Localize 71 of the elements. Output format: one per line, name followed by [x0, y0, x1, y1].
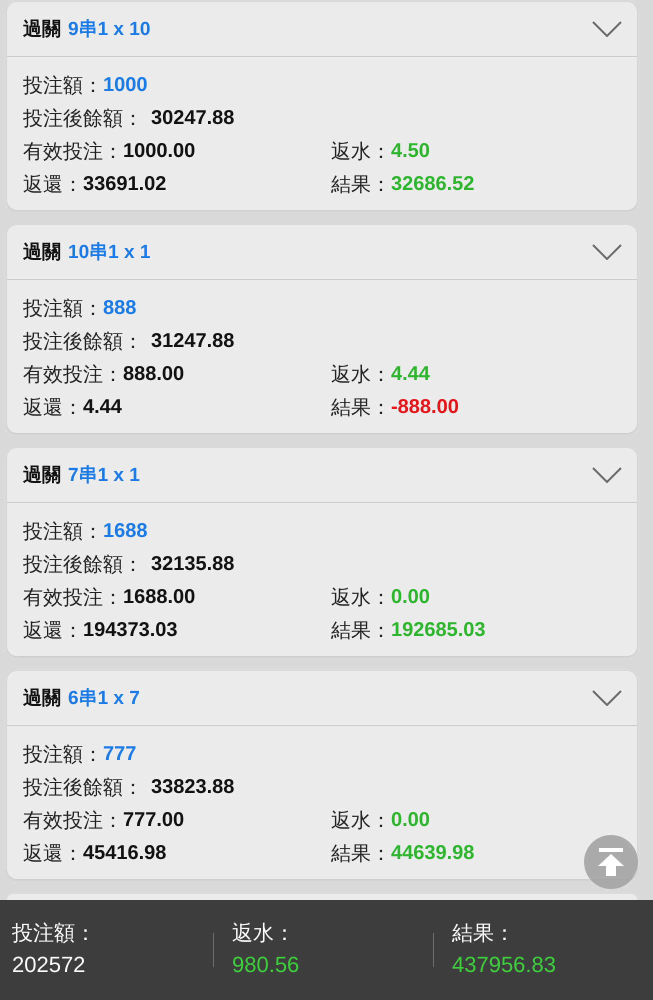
field-value: 45416.98: [83, 842, 166, 865]
total-value: 437956.83: [452, 952, 557, 978]
total-label: 投注額：: [12, 922, 97, 946]
card-header[interactable]: 過關 6串1 x 7: [7, 671, 637, 726]
total-label: 結果：: [452, 922, 516, 946]
field-value: 777: [103, 743, 136, 766]
field-value: 30247.88: [151, 107, 234, 130]
bet-type: 10串1 x 1: [68, 241, 150, 265]
field-label: 投注額：: [23, 297, 103, 322]
field-label: 投注後餘額：: [23, 330, 143, 355]
bet-category: 過關: [23, 18, 61, 42]
field-value: 888: [103, 297, 136, 320]
field-label: 返水：: [331, 586, 391, 611]
field-value: 31247.88: [151, 330, 234, 353]
field-label: 有效投注：: [23, 363, 123, 388]
field-label: 投注額：: [23, 743, 103, 768]
field-label: 返還：: [23, 619, 83, 644]
field-value: 0.00: [391, 586, 430, 609]
chevron-down-icon[interactable]: [592, 21, 622, 37]
field-value: 0.00: [391, 809, 430, 832]
field-label: 投注額：: [23, 520, 103, 545]
field-label: 有效投注：: [23, 809, 123, 834]
bet-category: 過關: [23, 687, 61, 711]
total-value: 980.56: [232, 952, 300, 978]
field-label: 返還：: [23, 173, 83, 198]
total-label: 返水：: [232, 922, 296, 946]
field-value: 33823.88: [151, 776, 234, 799]
field-value: 1000.00: [123, 140, 196, 163]
bet-category: 過關: [23, 464, 61, 488]
field-label: 結果：: [331, 619, 391, 644]
field-value: 4.44: [391, 363, 430, 386]
field-value: 32686.52: [391, 173, 474, 196]
chevron-down-icon[interactable]: [592, 244, 622, 260]
bet-category: 過關: [23, 241, 61, 265]
arrow-to-top-icon: [596, 847, 626, 877]
bet-type: 6串1 x 7: [68, 687, 140, 711]
field-label: 結果：: [331, 396, 391, 421]
field-value: 192685.03: [391, 619, 486, 642]
field-label: 返水：: [331, 363, 391, 388]
field-label: 投注額：: [23, 74, 103, 99]
field-value: 44639.98: [391, 842, 474, 865]
field-label: 結果：: [331, 173, 391, 198]
field-label: 返還：: [23, 396, 83, 421]
field-value: 777.00: [123, 809, 184, 832]
field-value: 888.00: [123, 363, 184, 386]
card-header[interactable]: 過關 9串1 x 10: [7, 2, 637, 57]
field-value: 32135.88: [151, 553, 234, 576]
field-value: 1688.00: [123, 586, 196, 609]
bet-type: 9串1 x 10: [68, 18, 150, 42]
total-value: 202572: [12, 952, 86, 978]
field-label: 投注後餘額：: [23, 553, 143, 578]
field-value: -888.00: [391, 396, 459, 419]
field-label: 投注後餘額：: [23, 776, 143, 801]
field-label: 返水：: [331, 140, 391, 165]
field-label: 返水：: [331, 809, 391, 834]
card-header[interactable]: 過關 7串1 x 1: [7, 448, 637, 503]
field-value: 4.50: [391, 140, 430, 163]
field-label: 有效投注：: [23, 140, 123, 165]
field-label: 返還：: [23, 842, 83, 867]
field-label: 投注後餘額：: [23, 107, 143, 132]
bet-type: 7串1 x 1: [68, 464, 140, 488]
field-value: 1688: [103, 520, 148, 543]
chevron-down-icon[interactable]: [592, 690, 622, 706]
field-value: 194373.03: [83, 619, 178, 642]
field-value: 4.44: [83, 396, 122, 419]
field-value: 33691.02: [83, 173, 166, 196]
chevron-down-icon[interactable]: [592, 467, 622, 483]
card-header[interactable]: 過關 10串1 x 1: [7, 225, 637, 280]
field-label: 有效投注：: [23, 586, 123, 611]
field-label: 結果：: [331, 842, 391, 867]
field-value: 1000: [103, 74, 148, 97]
